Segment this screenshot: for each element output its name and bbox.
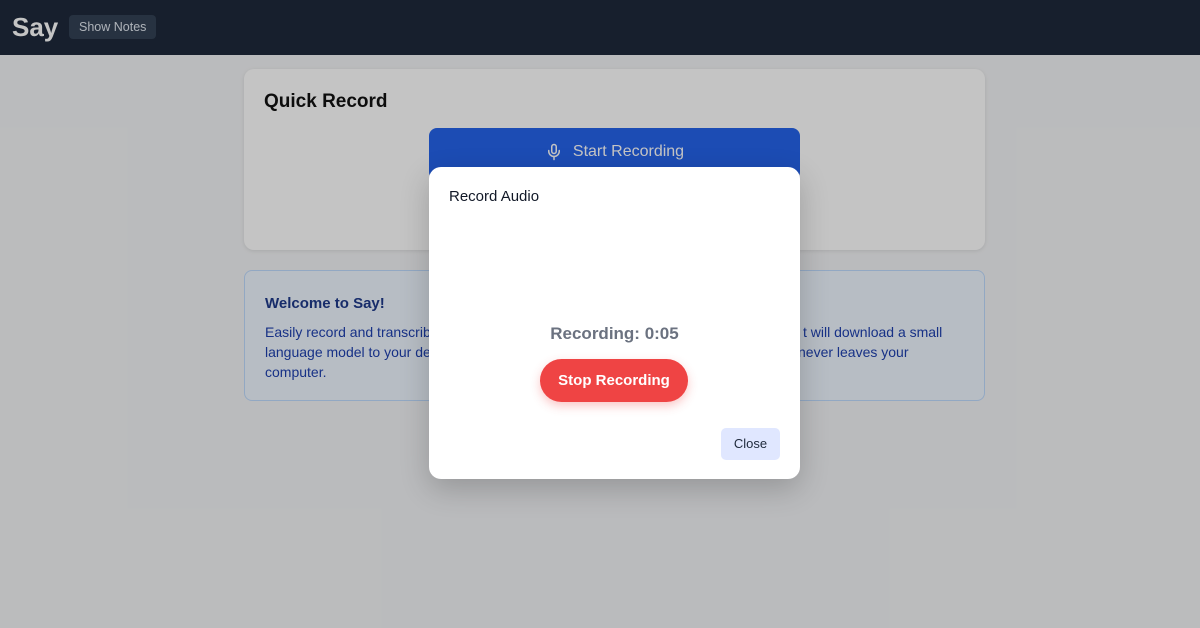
dialog-title: Record Audio <box>449 188 540 205</box>
record-audio-dialog: Record Audio Recording: 0:05 Stop Record… <box>429 167 800 479</box>
close-button[interactable]: Close <box>721 428 780 460</box>
recording-timer: Recording: 0:05 <box>550 324 679 343</box>
stop-recording-button[interactable]: Stop Recording <box>540 359 688 402</box>
